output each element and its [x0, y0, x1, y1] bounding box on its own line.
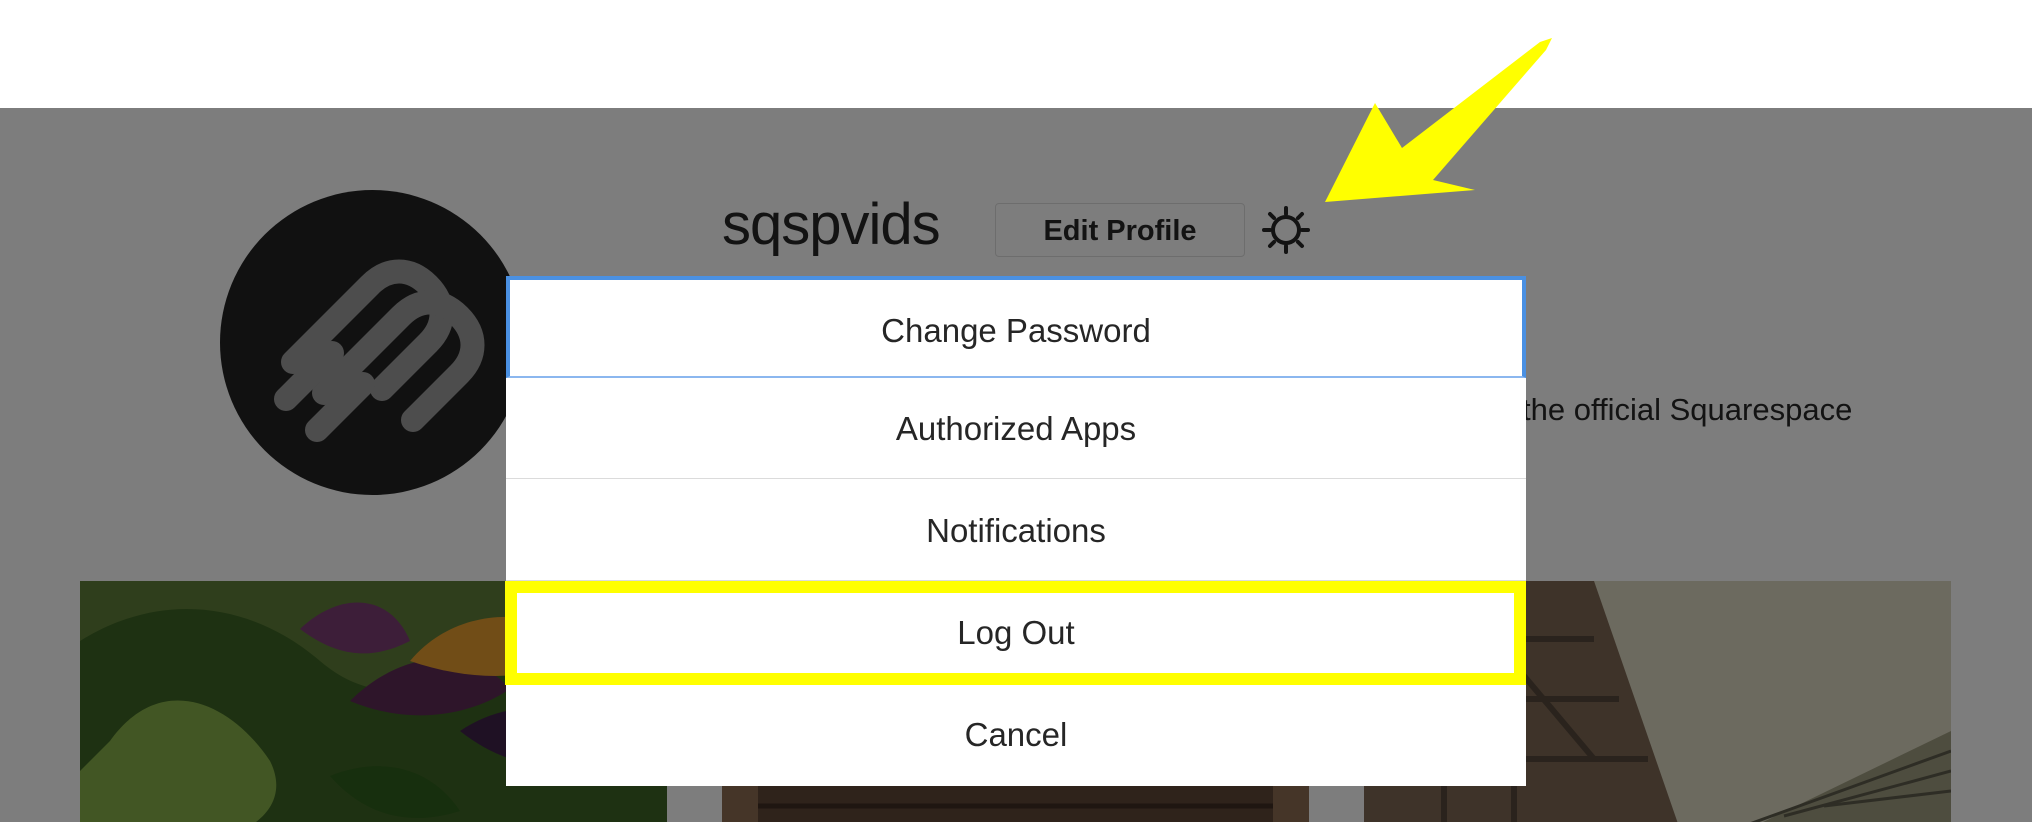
- annotation-arrow: [1300, 30, 1600, 220]
- arrow-icon: [1325, 38, 1552, 202]
- log-out-highlight: [505, 581, 1526, 685]
- cancel-button[interactable]: Cancel: [506, 684, 1526, 786]
- change-password-button[interactable]: Change Password: [506, 276, 1526, 378]
- settings-menu: Change Password Authorized Apps Notifica…: [506, 276, 1526, 786]
- top-white-strip: [0, 0, 2032, 108]
- authorized-apps-button[interactable]: Authorized Apps: [506, 378, 1526, 479]
- notifications-button[interactable]: Notifications: [506, 480, 1526, 581]
